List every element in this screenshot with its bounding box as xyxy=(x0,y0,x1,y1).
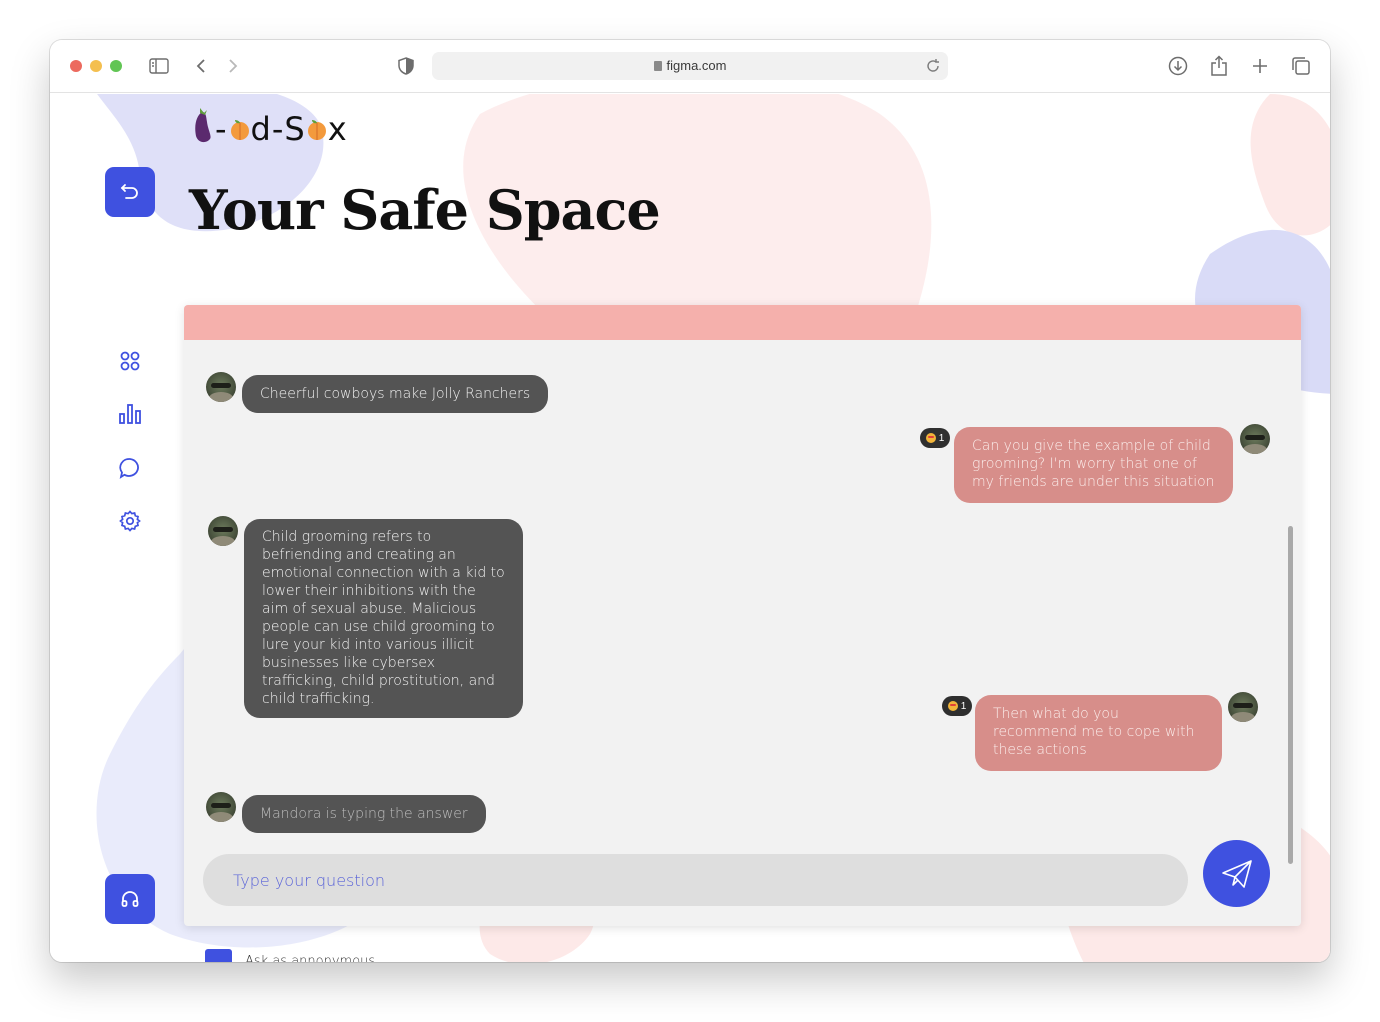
message-text: Child grooming refers to befriending and… xyxy=(262,529,505,707)
zoom-window-button[interactable] xyxy=(110,60,122,72)
page-content: - d-S x Your Safe Space Cheerful cowboys… xyxy=(50,94,1330,962)
forward-icon[interactable] xyxy=(222,55,244,77)
share-icon[interactable] xyxy=(1208,55,1230,77)
sidebar-item-settings[interactable] xyxy=(118,509,142,533)
logo-suffix: x xyxy=(327,110,348,148)
support-button[interactable] xyxy=(105,874,155,924)
tab-overview-icon[interactable] xyxy=(1290,55,1312,77)
app-logo: - d-S x xyxy=(192,106,348,152)
minimize-window-button[interactable] xyxy=(90,60,102,72)
back-button[interactable] xyxy=(105,167,155,217)
paper-plane-icon xyxy=(1219,856,1255,892)
bar-chart-icon xyxy=(119,404,141,424)
question-input-wrapper xyxy=(203,854,1188,906)
chat-scrollbar[interactable] xyxy=(1288,526,1293,864)
logo-text: d-S xyxy=(250,110,306,148)
new-tab-icon[interactable] xyxy=(1249,55,1271,77)
avatar xyxy=(1228,692,1258,722)
sidebar-item-chat[interactable] xyxy=(118,456,142,480)
chat-panel: Cheerful cowboys make Jolly Ranchers 1 C… xyxy=(184,305,1301,926)
send-button[interactable] xyxy=(1203,840,1270,907)
question-input[interactable] xyxy=(203,854,1188,906)
lock-icon xyxy=(653,61,662,71)
headphones-icon xyxy=(120,889,140,909)
anonymous-checkbox[interactable] xyxy=(205,949,232,962)
reaction-count: 1 xyxy=(938,432,945,444)
sidebar-item-dashboard[interactable] xyxy=(118,349,142,373)
avatar xyxy=(1240,424,1270,454)
eggplant-icon xyxy=(192,106,214,152)
grid-icon xyxy=(120,351,140,371)
sidebar-item-stats[interactable] xyxy=(118,402,142,426)
message-bubble-bot: Cheerful cowboys make Jolly Ranchers xyxy=(242,375,549,413)
reaction-badge[interactable]: 1 xyxy=(942,696,972,716)
reaction-count: 1 xyxy=(960,700,967,712)
gear-icon xyxy=(119,510,141,532)
anonymous-label: Ask as annonymous xyxy=(245,954,376,962)
chat-bubble-icon xyxy=(119,458,139,479)
reload-icon[interactable] xyxy=(924,57,942,75)
message-text: Then what do you recommend me to cope wi… xyxy=(993,706,1195,758)
undo-icon xyxy=(120,182,140,202)
heart-eyes-emoji-icon xyxy=(925,433,936,443)
typing-text: Mandora is typing the answer xyxy=(260,806,468,822)
peach-icon xyxy=(229,110,251,148)
reaction-badge[interactable]: 1 xyxy=(920,428,950,448)
browser-window: figma.com - d-S x Your Safe Space Cheerf… xyxy=(50,40,1330,962)
sidebar-toggle-icon[interactable] xyxy=(148,55,170,77)
typing-indicator: Mandora is typing the answer xyxy=(242,795,486,833)
back-icon[interactable] xyxy=(190,55,212,77)
address-bar[interactable]: figma.com xyxy=(432,52,948,80)
message-text: Cheerful cowboys make Jolly Ranchers xyxy=(260,386,531,402)
avatar xyxy=(208,516,238,546)
avatar xyxy=(206,372,236,402)
message-text: Can you give the example of child groomi… xyxy=(972,438,1215,490)
download-icon[interactable] xyxy=(1167,55,1189,77)
shield-icon[interactable] xyxy=(395,55,417,77)
close-window-button[interactable] xyxy=(70,60,82,72)
page-title: Your Safe Space xyxy=(189,178,661,242)
url-text: figma.com xyxy=(666,58,727,73)
avatar xyxy=(206,792,236,822)
message-bubble-user: Can you give the example of child groomi… xyxy=(954,427,1233,503)
browser-toolbar: figma.com xyxy=(50,40,1330,93)
message-bubble-user: Then what do you recommend me to cope wi… xyxy=(975,695,1222,771)
chat-header xyxy=(184,305,1301,340)
message-bubble-bot: Child grooming refers to befriending and… xyxy=(244,519,523,718)
peach-icon xyxy=(306,110,328,148)
heart-eyes-emoji-icon xyxy=(947,701,958,711)
